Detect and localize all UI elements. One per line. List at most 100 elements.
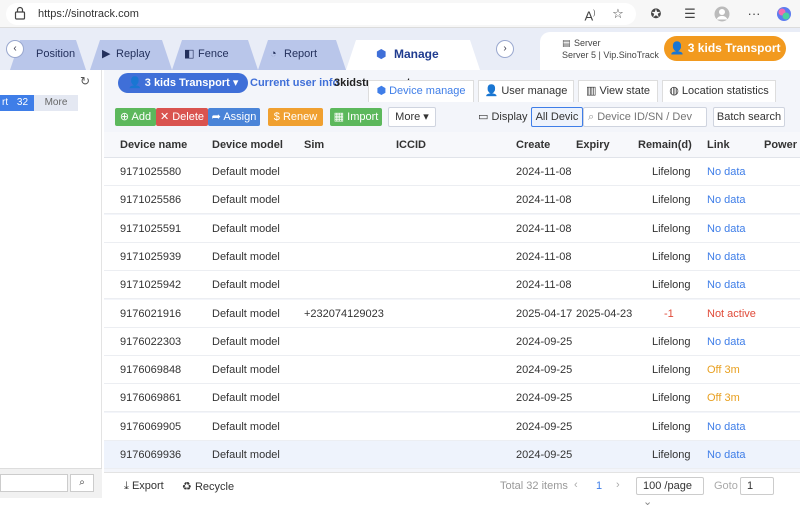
cell-device-model: Default model <box>212 449 280 461</box>
tab-view-state[interactable]: ▥ View state <box>578 80 658 102</box>
cell-link[interactable]: No data <box>707 223 746 235</box>
table-row[interactable]: 9176069848 Default model 2024-09-25 Lifelon… <box>104 356 800 385</box>
extensions-icon[interactable]: ✪ <box>648 6 664 22</box>
profile-avatar-icon[interactable] <box>714 6 730 22</box>
cell-link[interactable]: No data <box>707 421 746 433</box>
account-button[interactable]: 👤 3 kids Transport <box>664 36 786 61</box>
cell-expiry: 2025-04-23 <box>576 307 633 320</box>
table-row[interactable]: 9171025586 Default model 2024-11-08 Lifelon… <box>104 186 800 215</box>
tab-label: Replay <box>116 48 151 60</box>
cell-link[interactable]: No data <box>707 166 746 178</box>
table-row[interactable]: 9171025942 Default model 2024-11-08 Lifelon… <box>104 271 800 300</box>
cell-link[interactable]: Off 3m <box>707 392 740 404</box>
table-row[interactable]: 9176069861 Default model 2024-09-25 Lifelon… <box>104 384 800 413</box>
tab-report[interactable]: ◔ Report <box>258 40 346 70</box>
more-options-icon[interactable]: ··· <box>746 6 762 22</box>
column-remain[interactable]: Remain(d) <box>638 139 692 151</box>
tab-location-statistics[interactable]: ◍ Location statistics <box>662 80 776 102</box>
cell-remain: Lifelong <box>652 392 691 405</box>
table-row[interactable]: 9176069905 Default model 2024-09-25 Lifelon… <box>104 412 800 441</box>
recycle-button[interactable]: ♻ Recycle <box>182 480 234 493</box>
cell-device-model: Default model <box>212 307 280 320</box>
column-iccid[interactable]: ICCID <box>396 139 426 151</box>
left-search-area: ⌕ <box>0 468 102 498</box>
batch-search-button[interactable]: Batch search <box>713 107 785 127</box>
table-row[interactable]: 9171025939 Default model 2024-11-08 Lifelon… <box>104 242 800 271</box>
tab-label: Fence <box>198 48 229 60</box>
cell-remain: Lifelong <box>652 279 691 292</box>
refresh-icon[interactable]: ↻ <box>80 74 90 88</box>
column-link[interactable]: Link <box>707 139 730 151</box>
cell-device-name: 9171025591 <box>120 222 182 235</box>
cell-link[interactable]: No data <box>707 194 746 206</box>
column-expiry[interactable]: Expiry <box>576 139 610 151</box>
recycle-label: Recycle <box>194 481 235 493</box>
nav-prev-button[interactable]: ‹ <box>6 40 24 58</box>
add-button[interactable]: ⊕ Add <box>115 108 156 126</box>
device-scope-select[interactable]: All Devic <box>531 107 583 127</box>
import-button[interactable]: ▦ Import <box>330 108 382 126</box>
table-row[interactable]: 9171025580 Default model 2024-11-08 Lifelon… <box>104 158 800 186</box>
account-select-button[interactable]: 👤 3 kids Transport ▾ <box>118 73 249 93</box>
current-page[interactable]: 1 <box>596 480 602 492</box>
column-create[interactable]: Create <box>516 139 550 151</box>
tab-replay[interactable]: ▶ Replay <box>90 40 172 70</box>
chevron-left-icon[interactable]: ‹ <box>574 479 578 491</box>
favorites-list-icon[interactable]: ☰ <box>682 6 698 22</box>
tab-manage[interactable]: ⬢ Manage <box>346 40 480 70</box>
table-header: Device name Device model Sim ICCID Creat… <box>104 132 800 158</box>
column-device-name[interactable]: Device name <box>120 139 187 151</box>
tag-label: rt <box>2 97 9 108</box>
export-button[interactable]: ⤓ Export <box>124 480 164 493</box>
renew-button[interactable]: $ Renew <box>268 108 323 126</box>
table-row[interactable]: 9176022303 Default model 2024-09-25 Lifelon… <box>104 327 800 356</box>
tab-user-manage[interactable]: 👤 User manage <box>478 80 574 102</box>
device-filter-tag[interactable]: rt 32 <box>0 95 34 111</box>
assign-button-label: Assign <box>223 111 257 123</box>
search-icon[interactable]: ⌕ <box>70 474 94 492</box>
table-row[interactable]: 9176069936 Default model 2024-09-25 Lifelon… <box>104 441 800 469</box>
cell-device-name: 9176069936 <box>120 449 182 461</box>
cell-device-name: 9171025586 <box>120 194 182 207</box>
copilot-icon[interactable] <box>776 6 792 22</box>
tab-label: Location statistics <box>681 85 769 97</box>
column-sim[interactable]: Sim <box>304 139 324 151</box>
table-row[interactable]: 9176021916 Default model +232074129023 2025… <box>104 299 800 328</box>
more-dropdown-button[interactable]: More ▾ <box>388 107 436 127</box>
cell-link[interactable]: No data <box>707 336 746 348</box>
goto-value: 1 <box>747 480 754 492</box>
delete-button[interactable]: ✕ Delete <box>156 108 208 126</box>
read-aloud-icon[interactable]: A) <box>582 6 598 23</box>
cell-link[interactable]: No data <box>707 251 746 263</box>
cell-link[interactable]: No data <box>707 449 746 461</box>
column-device-model[interactable]: Device model <box>212 139 283 151</box>
grid-icon: ▦ <box>333 111 345 123</box>
chevron-right-icon[interactable]: › <box>616 479 620 491</box>
device-search-field[interactable]: ⌕ <box>583 107 707 127</box>
tab-device-manage[interactable]: ⬢ Device manage <box>368 80 474 102</box>
cell-create: 2024-09-25 <box>516 449 573 461</box>
cell-link[interactable]: Off 3m <box>707 364 740 376</box>
cell-device-model: Default model <box>212 222 280 235</box>
left-search-input[interactable] <box>0 474 68 492</box>
cell-link[interactable]: Not active <box>707 308 756 320</box>
device-search-input[interactable] <box>597 111 698 123</box>
goto-input[interactable]: 1 <box>740 477 774 495</box>
server-icon: ▤ <box>562 38 571 48</box>
assign-button[interactable]: ➦ Assign <box>208 108 260 126</box>
cell-link[interactable]: No data <box>707 279 746 291</box>
more-filter-button[interactable]: More <box>34 95 78 111</box>
display-toggle[interactable]: ▭ Display <box>478 110 528 123</box>
favorite-star-icon[interactable]: ☆ <box>610 6 626 22</box>
nav-next-button[interactable]: › <box>496 40 514 58</box>
cell-device-name: 9176069848 <box>120 364 182 377</box>
table-row[interactable]: 9171025591 Default model 2024-11-08 Lifelon… <box>104 214 800 243</box>
user-icon: 👤 <box>669 41 685 55</box>
more-label: More <box>44 97 68 108</box>
address-bar[interactable]: https://sinotrack.com <box>6 3 636 25</box>
display-label: Display <box>491 111 528 123</box>
page-size-select[interactable]: 100 /page ⌄ <box>636 477 704 508</box>
tab-label: Report <box>284 48 318 60</box>
column-power[interactable]: Power <box>764 139 797 151</box>
tab-fence[interactable]: ◧ Fence <box>172 40 258 70</box>
